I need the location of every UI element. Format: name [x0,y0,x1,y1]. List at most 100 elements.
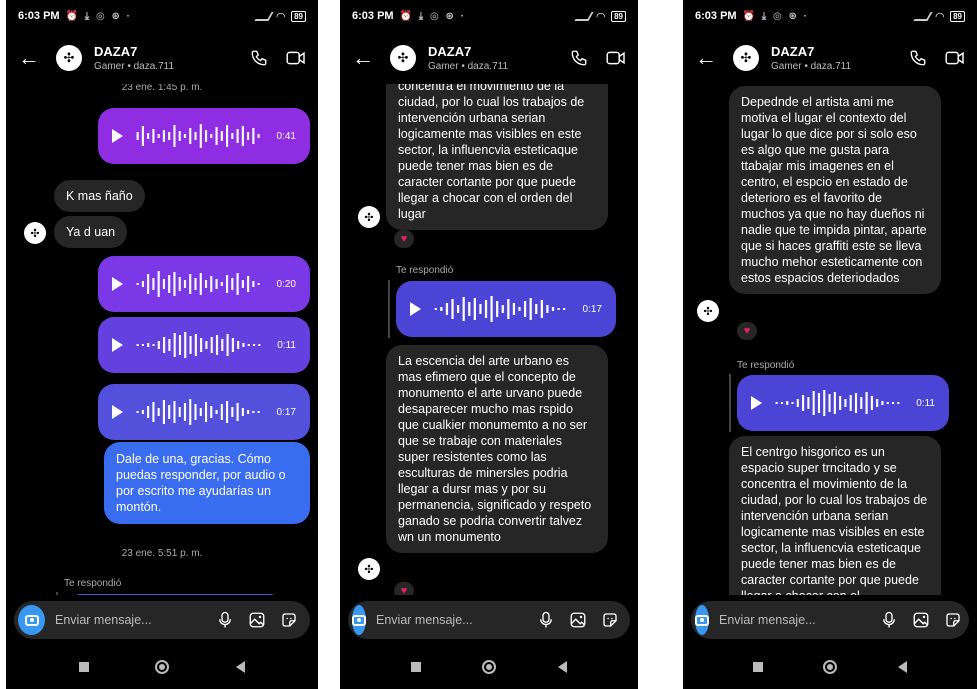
sender-avatar[interactable]: ✣ [358,206,380,228]
heart-reaction-icon[interactable]: ♥ [394,230,414,248]
voice-message[interactable]: 0:41 [98,108,310,164]
phone-call-icon[interactable] [909,49,927,67]
replied-label: Te respondió [737,360,795,371]
gallery-icon[interactable] [912,611,930,629]
contact-avatar[interactable]: ✣ [56,45,82,71]
microphone-icon[interactable] [537,611,555,629]
heart-reaction-icon[interactable]: ♥ [737,322,757,340]
status-time: 6:03 PM [695,10,737,22]
status-time: 6:03 PM [352,10,394,22]
waveform [136,271,260,297]
incoming-message[interactable]: Depednde el artista ami me motiva el lug… [729,86,941,294]
play-icon[interactable] [112,338,123,352]
contact-subtitle: Gamer • daza.711 [428,61,509,72]
camera-button[interactable] [18,605,45,635]
voice-duration: 0:11 [277,339,296,351]
message-input[interactable] [376,613,537,627]
quoted-voice-message[interactable] [66,594,284,595]
system-back-icon[interactable] [897,661,907,673]
reply-indicator [729,374,731,432]
video-call-icon[interactable] [945,50,965,66]
home-icon[interactable] [823,660,838,674]
incoming-message[interactable]: K mas ñaño [54,180,145,212]
waveform [775,390,900,416]
camera-icon [695,614,709,626]
quoted-voice-message[interactable]: 0:17 [396,281,616,337]
contact-info[interactable]: DAZA7 Gamer • daza.711 [94,44,174,72]
back-arrow-icon[interactable]: ← [695,45,725,71]
gallery-icon[interactable] [248,611,266,629]
chat-thread[interactable]: concentra el movimiento de la ciudad, po… [340,84,638,595]
play-icon[interactable] [112,405,123,419]
wifi-icon: ◠ [935,10,945,23]
chat-header: ← ✣ DAZA7 Gamer • daza.711 [340,32,638,84]
wifi-icon: ◠ [596,10,606,23]
recent-apps-icon[interactable] [79,662,90,672]
video-call-icon[interactable] [606,50,626,66]
chat-thread[interactable]: 23 ene. 1:45 p. m. 0:41 K mas ñaño ✣ Ya … [6,84,318,595]
home-icon[interactable] [155,660,170,674]
camera-button[interactable] [695,605,709,635]
message-input[interactable] [719,613,880,627]
voice-message[interactable]: 0:20 [98,256,310,312]
sender-avatar[interactable]: ✣ [24,222,46,244]
contact-name: DAZA7 [428,44,472,59]
system-back-icon[interactable] [235,661,245,673]
system-back-icon[interactable] [558,661,568,673]
sender-avatar[interactable]: ✣ [358,558,380,580]
incoming-message[interactable]: La escencia del arte urbano es mas efime… [386,345,608,553]
signal-icon [574,11,594,21]
sender-avatar[interactable]: ✣ [697,300,719,322]
quoted-voice-message[interactable]: 0:11 [737,375,949,431]
phone-screen-1: 6:03 PM ⏰ ⤓ ◎ ⊛ · ◠ 89 ← ✣ DAZA7 Gamer •… [6,0,318,689]
waveform [434,296,566,322]
reply-indicator [56,592,58,595]
gallery-icon[interactable] [569,611,587,629]
microphone-icon[interactable] [216,611,234,629]
phone-call-icon[interactable] [250,49,268,67]
battery-icon: 89 [950,10,965,22]
status-notification-icons: ⏰ ⤓ ◎ ⊛ · [399,10,466,22]
voice-duration: 0:17 [276,406,296,418]
play-icon[interactable] [112,277,123,291]
waveform [136,332,261,358]
contact-info[interactable]: DAZA7 Gamer • daza.711 [428,44,508,72]
contact-info[interactable]: DAZA7 Gamer • daza.711 [771,44,851,72]
incoming-message[interactable]: concentra el movimiento de la ciudad, po… [386,84,608,230]
chat-header: ← ✣ DAZA7 Gamer • daza.711 [683,32,977,84]
camera-icon [352,614,366,626]
back-arrow-icon[interactable]: ← [352,45,382,71]
recent-apps-icon[interactable] [410,662,421,672]
home-icon[interactable] [482,660,497,674]
message-input[interactable] [55,613,216,627]
play-icon[interactable] [410,302,421,316]
voice-message[interactable]: 0:11 [98,317,310,373]
wifi-icon: ◠ [276,10,286,23]
voice-message[interactable]: 0:17 [98,384,310,440]
contact-avatar[interactable]: ✣ [733,45,759,71]
waveform [136,399,260,425]
sticker-icon[interactable] [280,611,298,629]
play-icon[interactable] [751,396,762,410]
sticker-icon[interactable] [601,611,619,629]
play-icon[interactable] [112,129,123,143]
contact-name: DAZA7 [94,44,138,59]
video-call-icon[interactable] [286,50,306,66]
back-arrow-icon[interactable]: ← [18,45,48,71]
recent-apps-icon[interactable] [753,662,764,672]
outgoing-message[interactable]: Dale de una, gracias. Cómo puedas respon… [104,442,310,524]
camera-icon [24,614,39,626]
incoming-message[interactable]: El centrgo hisgorico es un espacio super… [729,436,941,595]
timestamp: 23 ene. 1:45 p. m. [121,84,203,93]
voice-duration: 0:20 [276,278,296,290]
camera-button[interactable] [352,605,366,635]
chat-thread[interactable]: Depednde el artista ami me motiva el lug… [683,84,977,595]
phone-call-icon[interactable] [570,49,588,67]
sticker-icon[interactable] [944,611,962,629]
microphone-icon[interactable] [880,611,898,629]
contact-avatar[interactable]: ✣ [390,45,416,71]
incoming-message[interactable]: Ya d uan [54,216,128,248]
system-nav-bar [6,645,318,689]
heart-reaction-icon[interactable]: ♥ [394,582,414,595]
message-composer [691,601,969,639]
